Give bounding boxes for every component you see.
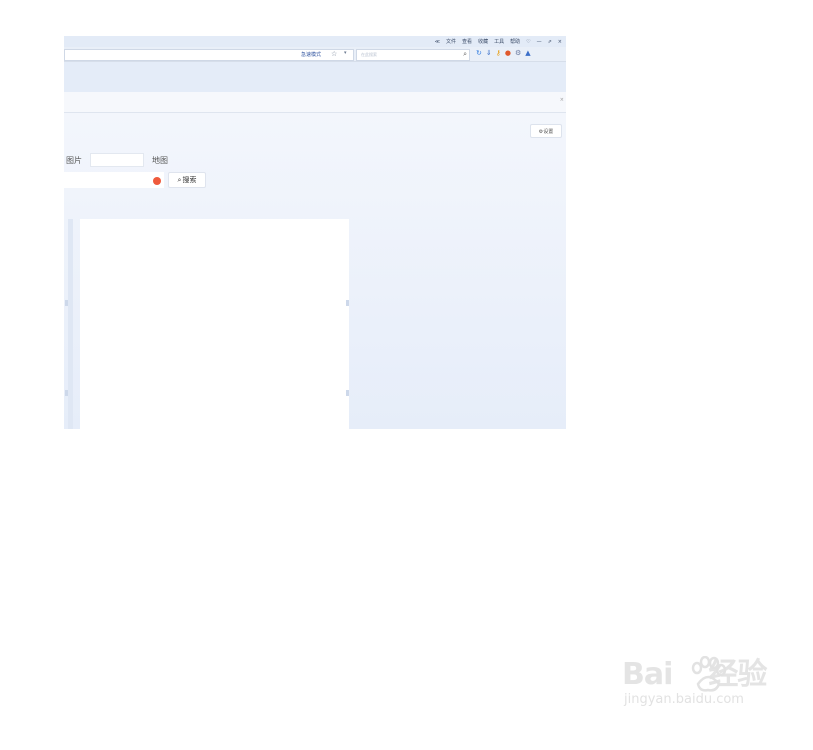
left-notch-top — [65, 300, 68, 306]
menu-item-tools[interactable]: 工具 — [494, 38, 504, 45]
search-input[interactable]: 在此搜索 ⌕ — [356, 49, 470, 61]
toolbar-icons: ↻ ⇓ ⚷ ● ⚙ ▲ — [476, 49, 531, 57]
magnifier-icon: ⌕ — [177, 175, 182, 184]
left-rail — [68, 219, 73, 429]
content-panel — [80, 219, 349, 429]
kernel-mode-label[interactable]: 急速模式 — [301, 51, 321, 58]
clear-input-icon[interactable] — [153, 177, 161, 185]
web-page: ⚙设置 图片 地图 ⌕ 搜索 — [64, 113, 566, 429]
minimize-button[interactable]: — — [537, 39, 542, 45]
right-notch-top — [346, 300, 349, 306]
nav-blank-field — [90, 153, 144, 167]
nav-link-maps[interactable]: 地图 — [152, 155, 168, 166]
star-icon[interactable]: ☆ — [331, 50, 337, 58]
menu-bar: ≪ 文件 查看 收藏 工具 帮助 ♡ — ⇗ × — [64, 36, 566, 47]
left-notch-bottom — [65, 390, 68, 396]
menu-item-favorites[interactable]: 收藏 — [478, 38, 488, 45]
search-icon[interactable]: ⌕ — [463, 50, 467, 59]
key-icon[interactable]: ⚷ — [496, 49, 501, 57]
game-icon[interactable]: ● — [505, 49, 511, 57]
download-icon[interactable]: ⇓ — [486, 49, 492, 57]
restore-icon[interactable]: ⇗ — [548, 39, 552, 45]
menu-arrow-icon[interactable]: ≪ — [435, 39, 440, 45]
watermark-logo-text: Bai — [622, 657, 673, 692]
tab-strip: × — [64, 92, 566, 113]
settings-button[interactable]: ⚙设置 — [530, 124, 562, 138]
search-placeholder: 在此搜索 — [361, 52, 377, 57]
paw-icon — [691, 656, 727, 692]
menu-item-view[interactable]: 查看 — [462, 38, 472, 45]
menu-item-help[interactable]: 帮助 — [510, 38, 520, 45]
baidu-jingyan-watermark: Bai 经验 jingyan.baidu.com — [622, 656, 767, 707]
right-notch-bottom — [346, 390, 349, 396]
close-button[interactable]: × — [558, 39, 562, 45]
bookmarks-bar — [64, 62, 566, 92]
search-button-label: 搜索 — [182, 176, 197, 184]
page-search-input[interactable] — [64, 172, 164, 188]
nav-link-images[interactable]: 图片 — [66, 155, 82, 166]
address-toolbar: 急速模式 ☆ ▾ 在此搜索 ⌕ ↻ ⇓ ⚷ ● ⚙ ▲ — [64, 47, 566, 62]
menu-item-file[interactable]: 文件 — [446, 38, 456, 45]
gear-icon[interactable]: ⚙ — [515, 49, 521, 57]
address-input[interactable]: 急速模式 ☆ ▾ — [64, 49, 354, 61]
shield-icon[interactable]: ♡ — [526, 39, 530, 45]
refresh-icon[interactable]: ↻ — [476, 49, 482, 57]
browser-screenshot: ≪ 文件 查看 收藏 工具 帮助 ♡ — ⇗ × 急速模式 ☆ ▾ 在此搜索 ⌕… — [64, 36, 566, 429]
user-icon[interactable]: ▲ — [525, 49, 530, 57]
tab-close-icon[interactable]: × — [560, 97, 564, 103]
menu-items: ≪ 文件 查看 收藏 工具 帮助 ♡ — ⇗ × — [435, 38, 562, 46]
search-button[interactable]: ⌕ 搜索 — [168, 172, 206, 188]
chevron-down-icon[interactable]: ▾ — [344, 50, 347, 56]
